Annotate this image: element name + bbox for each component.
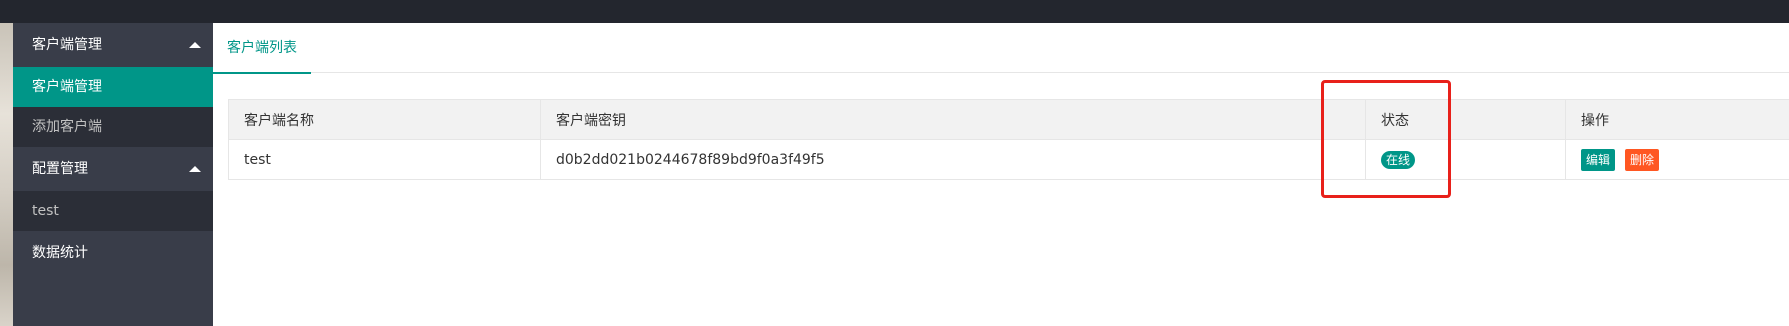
nav-group-label: 配置管理 (32, 161, 88, 177)
delete-button[interactable]: 删除 (1625, 148, 1660, 171)
caret-up-icon (189, 166, 201, 172)
column-header-actions: 操作 (1565, 99, 1789, 140)
edit-button[interactable]: 编辑 (1581, 148, 1616, 171)
main-content: 客户端列表 客户端名称 客户端密钥 状态 操作 test d0b2dd021b0… (213, 23, 1789, 326)
tab-label: 客户端列表 (227, 40, 297, 56)
nav-item-label: 添加客户端 (32, 119, 102, 135)
nav-item-add-client[interactable]: 添加客户端 (13, 107, 213, 147)
tab-client-list[interactable]: 客户端列表 (213, 23, 311, 74)
top-header-bar (0, 0, 1789, 23)
client-table: 客户端名称 客户端密钥 状态 操作 test d0b2dd021b0244678… (228, 99, 1789, 180)
column-header-name: 客户端名称 (228, 99, 541, 140)
column-header-secret: 客户端密钥 (540, 99, 1366, 140)
nav-item-label: test (32, 203, 59, 219)
column-header-status: 状态 (1365, 99, 1566, 140)
nav-item-client-management[interactable]: 客户端管理 (13, 67, 213, 107)
cell-status: 在线 (1365, 139, 1566, 180)
nav-item-test[interactable]: test (13, 191, 213, 231)
nav-group-label: 数据统计 (32, 245, 88, 261)
tab-bar: 客户端列表 (213, 23, 1789, 74)
nav-group-config-management[interactable]: 配置管理 (13, 147, 213, 191)
sidebar: 客户端管理 客户端管理 添加客户端 配置管理 test 数据统计 (13, 23, 213, 326)
cell-client-name: test (228, 139, 541, 180)
table-header-row: 客户端名称 客户端密钥 状态 操作 (228, 99, 1789, 140)
client-table-container: 客户端名称 客户端密钥 状态 操作 test d0b2dd021b0244678… (228, 99, 1789, 180)
background-edge (0, 23, 13, 326)
nav-item-label: 客户端管理 (32, 79, 102, 95)
nav-group-client-management[interactable]: 客户端管理 (13, 23, 213, 67)
nav-group-statistics[interactable]: 数据统计 (13, 231, 213, 275)
status-badge: 在线 (1381, 150, 1416, 169)
table-row: test d0b2dd021b0244678f89bd9f0a3f49f5 在线… (228, 139, 1789, 180)
nav-group-label: 客户端管理 (32, 37, 102, 53)
caret-up-icon (189, 42, 201, 48)
cell-actions: 编辑 删除 (1565, 139, 1789, 180)
cell-client-secret: d0b2dd021b0244678f89bd9f0a3f49f5 (540, 139, 1366, 180)
